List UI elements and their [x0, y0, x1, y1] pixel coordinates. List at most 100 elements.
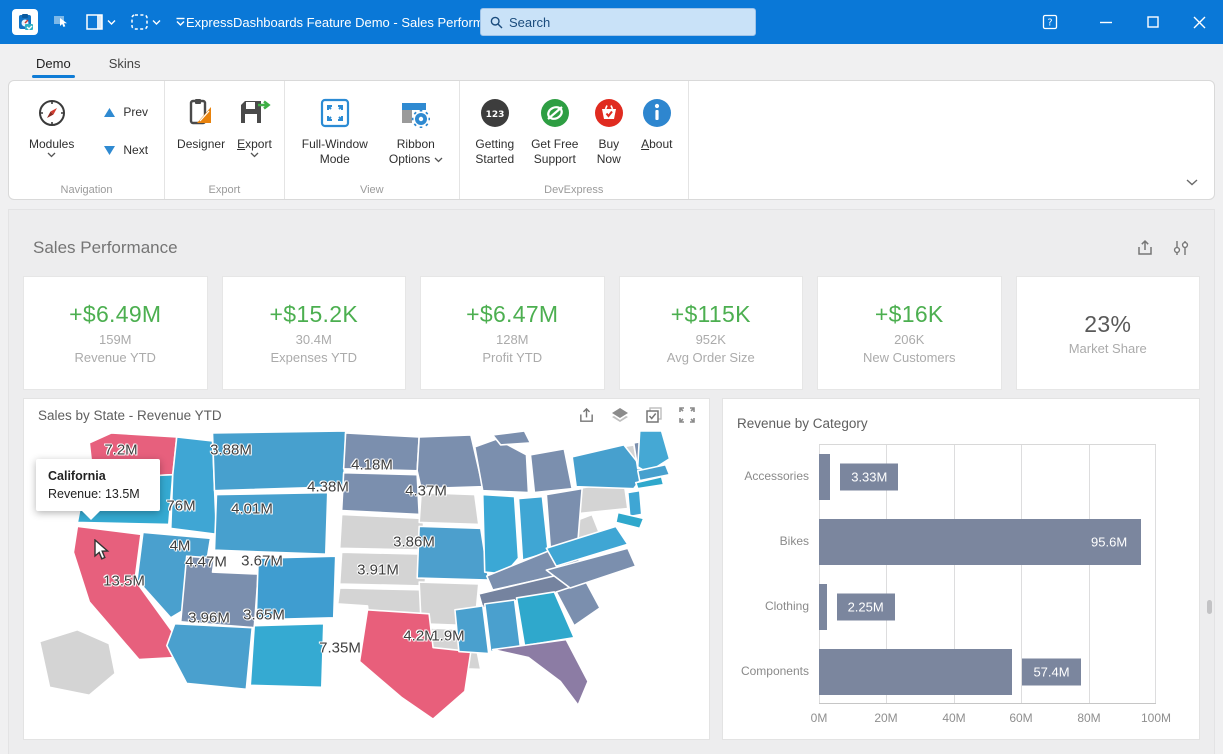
map-value-label: 4.37M: [405, 483, 447, 500]
map-value-label: 4.18M: [351, 457, 393, 474]
prev-button[interactable]: Prev: [93, 97, 158, 127]
x-axis-tick: 80M: [1077, 711, 1100, 725]
kpi-card-new-customers[interactable]: +$16K 206K New Customers: [817, 276, 1002, 390]
state-arizona: [167, 624, 252, 690]
kpi-value: +$115K: [671, 301, 751, 328]
tab-demo[interactable]: Demo: [20, 48, 87, 80]
get-free-support-button[interactable]: Get Free Support: [524, 89, 586, 169]
tab-skins[interactable]: Skins: [93, 48, 157, 80]
state-alabama: [485, 600, 521, 652]
ribbon-group-view: Full-Window Mode Ribbon Options: [285, 81, 460, 199]
getting-started-button[interactable]: 123 Getting Started: [466, 89, 524, 169]
title-bar: ExpressDashboards Feature Demo - Sales P…: [0, 0, 1223, 44]
panel-icon: [85, 13, 105, 31]
kpi-card-profit-ytd[interactable]: +$6.47M 128M Profit YTD: [420, 276, 605, 390]
maximize-icon: [1147, 16, 1159, 28]
map-value-label: 1.9M: [431, 628, 464, 645]
x-axis-tick: 100M: [1141, 711, 1171, 725]
search-icon: [490, 16, 503, 29]
map-value-label: 13.5M: [103, 573, 145, 590]
touch-pointer-icon: [51, 12, 71, 32]
group-label-devexpress: DevExpress: [460, 184, 688, 196]
us-choropleth-map[interactable]: 7.2M 3.88M 4.18M 4.38M 4.37M 76M 4.01M 4…: [24, 431, 709, 739]
bar-components[interactable]: [819, 649, 1012, 695]
get-free-support-label: Get Free Support: [527, 137, 583, 167]
kpi-value: +$15.2K: [270, 301, 358, 328]
map-value-label: 3.86M: [393, 534, 435, 551]
state-texas: [360, 610, 471, 719]
buy-now-button[interactable]: Buy Now: [586, 89, 632, 169]
bar-accessories[interactable]: [819, 454, 830, 500]
getting-started-label: Getting Started: [469, 137, 521, 167]
chart-panel-header: Revenue by Category: [723, 399, 1199, 439]
panels-row: Sales by State - Revenue YTD: [23, 398, 1200, 740]
maximize-button[interactable]: [1129, 0, 1176, 44]
map-value-label: 4.47M: [185, 554, 227, 571]
search-input[interactable]: Search: [480, 8, 756, 36]
state-new-mexico: [250, 624, 324, 688]
help-button[interactable]: ?: [1030, 0, 1070, 44]
tooltip-state-name: California: [48, 469, 148, 483]
ribbon-collapse-button[interactable]: [1186, 173, 1198, 191]
parameters-sliders-icon[interactable]: [1172, 239, 1190, 257]
close-icon: [1193, 16, 1206, 29]
fullscreen-icon[interactable]: [679, 407, 695, 423]
bar-value-label: 95.6M: [1091, 535, 1127, 550]
tooltip-value: Revenue: 13.5M: [48, 487, 148, 501]
selection-rect-icon: [130, 13, 150, 31]
selection-mode-button[interactable]: [127, 10, 164, 34]
bar-value-badge: 57.4M: [1022, 659, 1080, 686]
minimize-button[interactable]: [1082, 0, 1129, 44]
kpi-caption: Revenue YTD: [75, 350, 156, 365]
state-michigan: [530, 449, 572, 493]
bar-clothing[interactable]: [819, 584, 827, 630]
support-dx-icon: [540, 95, 570, 131]
export-button[interactable]: Export: [231, 89, 278, 160]
bar-row-accessories: 3.33M: [819, 454, 1156, 500]
window-title: ExpressDashboards Feature Demo - Sales P…: [186, 0, 512, 44]
state-illinois: [483, 495, 519, 574]
layers-icon[interactable]: [611, 407, 629, 423]
help-icon: ?: [1042, 14, 1058, 30]
kpi-card-revenue-ytd[interactable]: +$6.49M 159M Revenue YTD: [23, 276, 208, 390]
ribbon-options-button[interactable]: Ribbon Options: [379, 89, 453, 169]
next-button[interactable]: Next: [93, 135, 158, 165]
map-value-label: 3.88M: [210, 442, 252, 459]
export-icon[interactable]: [1136, 239, 1154, 257]
scrollbar-thumb[interactable]: [1207, 600, 1212, 614]
export-icon[interactable]: [578, 407, 595, 424]
svg-text:?: ?: [1047, 18, 1052, 29]
category-label: Clothing: [733, 599, 809, 613]
kpi-card-avg-order-size[interactable]: +$115K 952K Avg Order Size: [619, 276, 804, 390]
full-window-icon: [319, 95, 351, 131]
panel-toggle-button[interactable]: [82, 10, 119, 34]
category-label: Bikes: [733, 534, 809, 548]
state-minnesota: [417, 435, 483, 489]
ribbon-group-devexpress: 123 Getting Started Get Free Support: [460, 81, 689, 199]
map-panel: Sales by State - Revenue YTD: [23, 398, 710, 740]
about-button[interactable]: About: [632, 89, 682, 154]
designer-button[interactable]: Designer: [171, 89, 231, 154]
map-value-label: 76M: [166, 498, 195, 515]
state-wisconsin: [475, 439, 529, 493]
map-value-label: 7.35M: [319, 640, 361, 657]
x-axis-tick: 0M: [811, 711, 828, 725]
map-value-label: 3.65M: [243, 607, 285, 624]
modules-button[interactable]: Modules: [23, 89, 80, 160]
app-logo[interactable]: [12, 9, 38, 35]
map-panel-header: Sales by State - Revenue YTD: [24, 399, 709, 431]
modules-label: Modules: [29, 137, 74, 152]
kpi-value: +$16K: [875, 301, 944, 328]
bar-bikes[interactable]: 95.6M: [819, 519, 1141, 565]
full-window-mode-button[interactable]: Full-Window Mode: [291, 89, 379, 169]
touch-mode-button[interactable]: [48, 9, 74, 35]
bar-chart-plot[interactable]: 3.33M 95.6M 2.25M 57.4M: [819, 444, 1156, 704]
kpi-caption: Expenses YTD: [271, 350, 357, 365]
kpi-card-market-share[interactable]: 23% Market Share: [1016, 276, 1201, 390]
x-axis-tick: 20M: [874, 711, 897, 725]
multiselect-icon[interactable]: [645, 407, 663, 424]
kpi-card-expenses-ytd[interactable]: +$15.2K 30.4M Expenses YTD: [222, 276, 407, 390]
kpi-caption: Avg Order Size: [667, 350, 755, 365]
close-button[interactable]: [1176, 0, 1223, 44]
dashboard-title: Sales Performance: [33, 238, 1136, 258]
